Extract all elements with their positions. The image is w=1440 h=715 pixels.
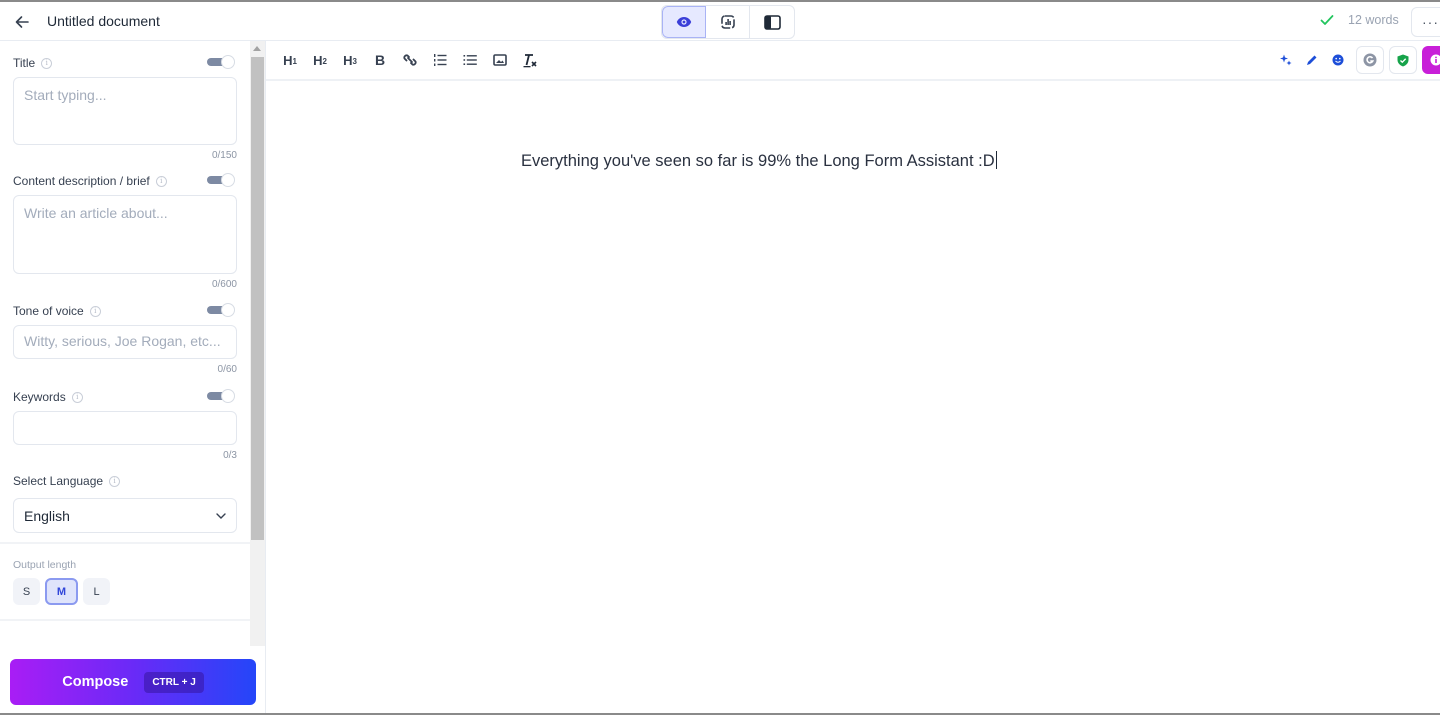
output-length-selector: S M L bbox=[13, 578, 110, 605]
tone-of-voice-toggle[interactable] bbox=[207, 303, 235, 317]
title-field: Title i Start typing... 0/150 bbox=[13, 55, 237, 161]
info-icon[interactable]: i bbox=[155, 175, 167, 187]
bullet-list-button[interactable] bbox=[455, 45, 485, 75]
tone-of-voice-input[interactable]: Witty, serious, Joe Rogan, etc... bbox=[13, 325, 237, 359]
length-large-button[interactable]: L bbox=[83, 578, 110, 605]
link-icon bbox=[403, 54, 417, 66]
text-caret bbox=[995, 151, 997, 169]
title-counter: 0/150 bbox=[211, 150, 237, 161]
content-description-field: Content description / brief i Write an ar… bbox=[13, 173, 237, 290]
section-divider bbox=[0, 619, 250, 621]
language-field: Select Language i English bbox=[13, 473, 237, 533]
pen-icon bbox=[1307, 55, 1317, 65]
section-divider bbox=[0, 542, 250, 544]
image-button[interactable] bbox=[485, 45, 515, 75]
grammarly-button[interactable] bbox=[1356, 46, 1384, 74]
heading-3-icon: H bbox=[343, 52, 353, 68]
tone-of-voice-counter: 0/60 bbox=[217, 364, 237, 375]
chart-icon bbox=[720, 15, 735, 29]
bullet-list-icon bbox=[463, 55, 477, 65]
info-icon[interactable]: i bbox=[41, 57, 53, 69]
heading-3-sub: 3 bbox=[352, 56, 357, 66]
title-toggle[interactable] bbox=[207, 55, 235, 69]
content-description-input[interactable]: Write an article about... bbox=[13, 195, 237, 274]
heading-1-button[interactable]: H1 bbox=[275, 45, 305, 75]
editor-content[interactable]: Everything you've seen so far is 99% the… bbox=[521, 151, 997, 171]
arrow-left-icon bbox=[15, 16, 29, 28]
link-button[interactable] bbox=[395, 45, 425, 75]
heading-1-sub: 1 bbox=[292, 56, 297, 66]
editor-paragraph: Everything you've seen so far is 99% the… bbox=[521, 152, 995, 170]
word-count: 12 words bbox=[1348, 13, 1399, 27]
ordered-list-button[interactable] bbox=[425, 45, 455, 75]
view-analytics-button[interactable] bbox=[706, 6, 751, 38]
tone-of-voice-field: Tone of voice i Witty, serious, Joe Rogan… bbox=[13, 303, 237, 375]
view-preview-button[interactable] bbox=[662, 6, 707, 38]
content-description-counter: 0/600 bbox=[211, 279, 237, 290]
info-icon[interactable]: i bbox=[71, 391, 83, 403]
ai-sparkles-button[interactable] bbox=[1273, 44, 1299, 76]
tone-of-voice-label: Tone of voice bbox=[13, 304, 84, 318]
image-icon bbox=[493, 54, 507, 66]
title-label: Title bbox=[13, 56, 36, 70]
view-sidebar-button[interactable] bbox=[750, 6, 794, 38]
keywords-label: Keywords bbox=[13, 390, 66, 404]
language-selected-value: English bbox=[24, 507, 70, 524]
clear-format-icon bbox=[523, 54, 537, 68]
output-length-label: Output length bbox=[13, 559, 77, 571]
back-button[interactable] bbox=[11, 11, 33, 33]
layout-sidebar-icon bbox=[763, 14, 781, 30]
bold-icon: B bbox=[374, 52, 386, 68]
ai-rewrite-button[interactable] bbox=[1299, 44, 1325, 76]
keywords-input[interactable] bbox=[13, 411, 237, 445]
language-label: Select Language bbox=[13, 474, 104, 488]
clear-format-button[interactable] bbox=[515, 45, 545, 75]
editor-toolbar: H1 H2 H3 B bbox=[266, 41, 1440, 81]
compose-label: Compose bbox=[62, 674, 129, 690]
heading-3-button[interactable]: H3 bbox=[335, 45, 365, 75]
sparkles-icon bbox=[1280, 54, 1292, 66]
language-select[interactable]: English bbox=[13, 498, 237, 533]
length-medium-button[interactable]: M bbox=[45, 578, 78, 605]
compose-button[interactable]: Compose CTRL + J bbox=[10, 659, 256, 705]
content-description-label: Content description / brief bbox=[13, 174, 150, 188]
keywords-toggle[interactable] bbox=[207, 389, 235, 403]
info-icon[interactable]: i bbox=[89, 305, 101, 317]
sidebar-scrollbar[interactable] bbox=[250, 41, 265, 646]
heading-2-sub: 2 bbox=[322, 56, 327, 66]
shield-check-icon bbox=[1397, 54, 1409, 66]
ai-tools bbox=[1273, 44, 1440, 76]
heading-1-icon: H bbox=[283, 52, 293, 68]
more-options-button[interactable]: ··· bbox=[1411, 7, 1440, 37]
bold-button[interactable]: B bbox=[365, 45, 395, 75]
scrollbar-thumb[interactable] bbox=[251, 57, 264, 540]
smiley-icon bbox=[1332, 54, 1344, 66]
info-icon bbox=[1430, 54, 1440, 66]
length-small-button[interactable]: S bbox=[13, 578, 40, 605]
title-input[interactable]: Start typing... bbox=[13, 77, 237, 145]
settings-sidebar: Title i Start typing... 0/150 Content des… bbox=[0, 41, 250, 646]
compose-area: Compose CTRL + J bbox=[0, 646, 266, 715]
compose-shortcut: CTRL + J bbox=[144, 671, 204, 693]
content-description-toggle[interactable] bbox=[207, 173, 235, 187]
editor-area[interactable]: Everything you've seen so far is 99% the… bbox=[266, 83, 1440, 713]
eye-icon bbox=[676, 17, 692, 27]
grammarly-icon bbox=[1363, 53, 1377, 67]
save-status: 12 words bbox=[1320, 13, 1399, 27]
chevron-down-icon bbox=[216, 512, 226, 519]
heading-2-icon: H bbox=[313, 52, 323, 68]
plagiarism-check-button[interactable] bbox=[1389, 46, 1417, 74]
view-mode-toggle bbox=[661, 5, 795, 39]
keywords-counter: 0/3 bbox=[223, 450, 237, 461]
ordered-list-icon bbox=[434, 54, 447, 66]
document-title[interactable]: Untitled document bbox=[47, 13, 160, 29]
scroll-up-arrow-icon[interactable] bbox=[253, 46, 261, 51]
info-panel-button[interactable] bbox=[1422, 46, 1440, 74]
ai-tone-button[interactable] bbox=[1325, 44, 1351, 76]
check-icon bbox=[1320, 15, 1334, 25]
info-icon[interactable]: i bbox=[109, 475, 121, 487]
keywords-field: Keywords i 0/3 bbox=[13, 389, 237, 461]
top-bar: Untitled document 12 words ··· bbox=[0, 0, 1440, 41]
heading-2-button[interactable]: H2 bbox=[305, 45, 335, 75]
